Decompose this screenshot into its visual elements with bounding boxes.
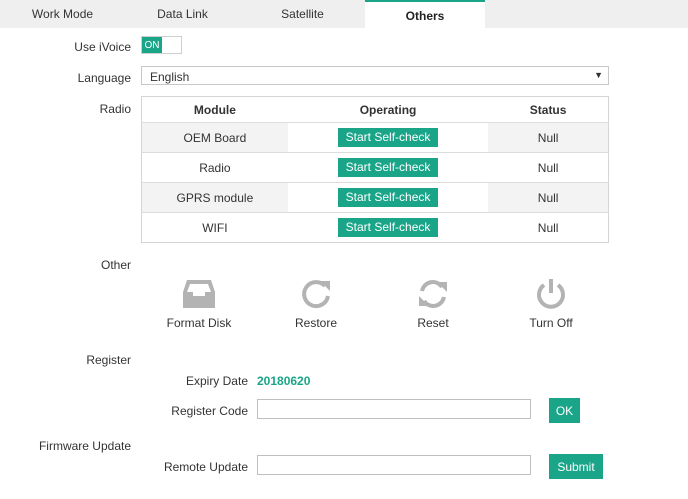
- tab-satellite[interactable]: Satellite: [240, 0, 365, 28]
- register-label: Register: [86, 353, 131, 367]
- table-row: Radio Start Self-check Null: [141, 152, 609, 183]
- table-row: WIFI Start Self-check Null: [141, 212, 609, 243]
- tab-bar: Work Mode Data Link Satellite Others: [0, 0, 688, 29]
- register-code-input[interactable]: [257, 399, 531, 419]
- expiry-date-label: Expiry Date: [185, 374, 248, 388]
- self-check-button-wifi[interactable]: Start Self-check: [337, 218, 439, 237]
- restore-label: Restore: [294, 316, 338, 330]
- ivoice-toggle[interactable]: ON: [141, 36, 182, 54]
- ok-button[interactable]: OK: [549, 398, 580, 423]
- language-select[interactable]: English ▼: [141, 66, 609, 85]
- header-status: Status: [488, 96, 609, 123]
- self-check-button-oem[interactable]: Start Self-check: [337, 128, 439, 147]
- operating-cell: Start Self-check: [287, 182, 489, 213]
- power-icon: [537, 279, 565, 309]
- self-check-button-gprs[interactable]: Start Self-check: [337, 188, 439, 207]
- register-code-label: Register Code: [171, 404, 248, 418]
- operating-cell: Start Self-check: [287, 212, 489, 243]
- module-status: Null: [488, 122, 609, 153]
- firmware-update-label: Firmware Update: [38, 439, 131, 453]
- restore-button[interactable]: Restore: [271, 278, 361, 330]
- format-disk-label: Format Disk: [166, 316, 232, 330]
- turn-off-button[interactable]: Turn Off: [506, 278, 596, 330]
- module-name: GPRS module: [141, 182, 288, 213]
- tab-work-mode[interactable]: Work Mode: [0, 0, 125, 28]
- module-status: Null: [488, 152, 609, 183]
- table-row: GPRS module Start Self-check Null: [141, 182, 609, 213]
- restore-icon: [302, 280, 330, 309]
- module-name: WIFI: [141, 212, 288, 243]
- other-label: Other: [100, 258, 131, 272]
- language-value: English: [150, 70, 190, 84]
- module-name: Radio: [141, 152, 288, 183]
- tab-data-link[interactable]: Data Link: [125, 0, 240, 28]
- toggle-on-label: ON: [142, 37, 162, 53]
- remote-update-input[interactable]: [257, 455, 531, 475]
- expiry-date-value: 20180620: [257, 374, 311, 388]
- radio-label: Radio: [99, 102, 131, 116]
- module-name: OEM Board: [141, 122, 288, 153]
- self-check-button-radio[interactable]: Start Self-check: [337, 158, 439, 177]
- reset-label: Reset: [417, 316, 449, 330]
- table-header: Module Operating Status: [141, 96, 609, 123]
- format-disk-button[interactable]: Format Disk: [154, 278, 244, 330]
- language-label: Language: [77, 71, 131, 85]
- chevron-down-icon: ▼: [594, 70, 603, 80]
- module-status: Null: [488, 212, 609, 243]
- submit-button[interactable]: Submit: [549, 454, 603, 479]
- module-status: Null: [488, 182, 609, 213]
- operating-cell: Start Self-check: [287, 152, 489, 183]
- operating-cell: Start Self-check: [287, 122, 489, 153]
- reset-icon: [419, 280, 447, 308]
- ivoice-label: Use iVoice: [74, 40, 131, 54]
- table-row: OEM Board Start Self-check Null: [141, 122, 609, 153]
- format-disk-icon: [183, 280, 215, 308]
- turn-off-label: Turn Off: [529, 316, 573, 330]
- radio-table: Module Operating Status OEM Board Start …: [141, 96, 609, 243]
- reset-button[interactable]: Reset: [388, 278, 478, 330]
- remote-update-label: Remote Update: [163, 460, 248, 474]
- toggle-knob: [162, 37, 181, 53]
- header-operating: Operating: [287, 96, 489, 123]
- header-module: Module: [141, 96, 288, 123]
- tab-others[interactable]: Others: [365, 0, 485, 29]
